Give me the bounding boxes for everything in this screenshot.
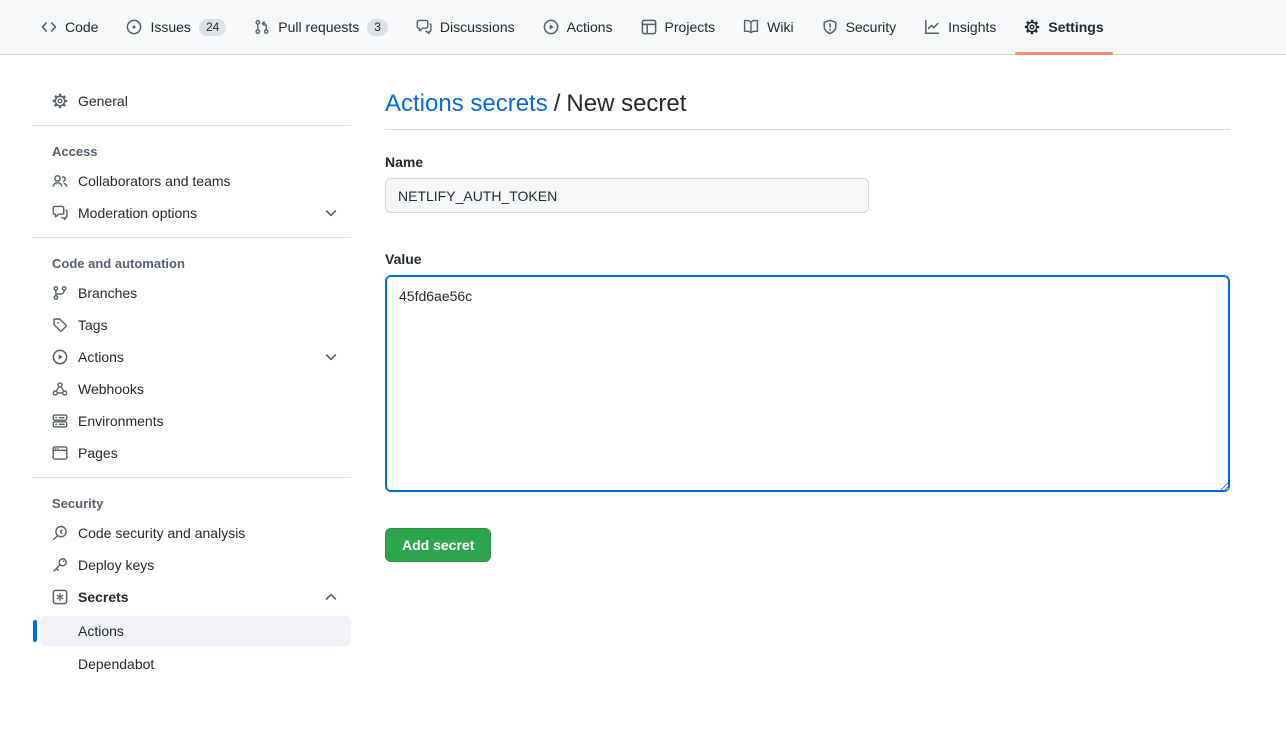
tab-label: Discussions (440, 19, 515, 35)
sidebar-item-label: Tags (78, 317, 108, 333)
tab-actions[interactable]: Actions (532, 0, 624, 54)
breadcrumb: Actions secrets/New secret (385, 89, 1230, 119)
sidebar-item-label: Pages (78, 445, 118, 461)
tab-label: Code (65, 19, 98, 35)
page-title-current: New secret (566, 90, 686, 117)
tab-issues[interactable]: Issues 24 (115, 0, 237, 54)
tag-icon (52, 317, 68, 333)
sidebar-item-label: Collaborators and teams (78, 173, 231, 189)
issues-count-badge: 24 (199, 19, 226, 36)
git-pull-request-icon (254, 19, 270, 35)
sidebar-item-label: Deploy keys (78, 557, 154, 573)
sidebar-divider (32, 125, 351, 126)
settings-sidebar: General Access Collaborators and teams M… (0, 55, 360, 679)
gear-icon (52, 93, 68, 109)
new-secret-form: Actions secrets/New secret Name Value 45… (360, 55, 1286, 562)
play-icon (52, 349, 68, 365)
active-page-indicator (33, 620, 37, 642)
sidebar-divider (32, 237, 351, 238)
sidebar-subitem-dependabot[interactable]: Dependabot (40, 649, 351, 679)
sidebar-item-general[interactable]: General (40, 85, 351, 117)
issue-opened-icon (126, 19, 142, 35)
book-icon (743, 19, 759, 35)
name-label: Name (385, 154, 1230, 170)
sidebar-item-label: Code security and analysis (78, 525, 245, 541)
sidebar-item-label: Moderation options (78, 205, 197, 221)
sidebar-item-pages[interactable]: Pages (40, 437, 351, 469)
webhook-icon (52, 381, 68, 397)
sidebar-subitem-label: Dependabot (78, 656, 154, 672)
server-icon (52, 413, 68, 429)
sidebar-item-label: Webhooks (78, 381, 144, 397)
key-icon (52, 557, 68, 573)
tab-code[interactable]: Code (30, 0, 109, 54)
tab-label: Actions (567, 19, 613, 35)
tab-wiki[interactable]: Wiki (732, 0, 804, 54)
comment-discussion-icon (416, 19, 432, 35)
secret-name-input[interactable] (385, 178, 869, 213)
sidebar-item-branches[interactable]: Branches (40, 277, 351, 309)
table-icon (641, 19, 657, 35)
tab-label: Wiki (767, 19, 793, 35)
sidebar-divider (32, 477, 351, 478)
sidebar-item-label: Secrets (78, 589, 129, 605)
repo-tab-bar: Code Issues 24 Pull requests 3 Discussio… (0, 0, 1286, 55)
sidebar-item-moderation-options[interactable]: Moderation options (40, 197, 351, 229)
sidebar-item-deploy-keys[interactable]: Deploy keys (40, 549, 351, 581)
sidebar-item-label: Environments (78, 413, 164, 429)
add-secret-button[interactable]: Add secret (385, 528, 491, 562)
tab-security[interactable]: Security (811, 0, 908, 54)
chevron-down-icon (323, 205, 339, 221)
sidebar-section-title-code-and-automation: Code and automation (40, 256, 351, 271)
sidebar-item-webhooks[interactable]: Webhooks (40, 373, 351, 405)
sidebar-section-title-access: Access (40, 144, 351, 159)
tab-label: Projects (665, 19, 716, 35)
sidebar-item-label: General (78, 93, 128, 109)
play-icon (543, 19, 559, 35)
sidebar-subitem-actions[interactable]: Actions (40, 616, 351, 646)
tab-projects[interactable]: Projects (630, 0, 727, 54)
actions-secrets-link[interactable]: Actions secrets (385, 90, 548, 117)
tab-pull-requests[interactable]: Pull requests 3 (243, 0, 399, 54)
gear-icon (1024, 19, 1040, 35)
codescan-icon (52, 525, 68, 541)
sidebar-item-secrets[interactable]: Secrets (40, 581, 351, 613)
tab-label: Settings (1048, 19, 1103, 35)
sidebar-item-collaborators-and-teams[interactable]: Collaborators and teams (40, 165, 351, 197)
sidebar-item-code-security-and-analysis[interactable]: Code security and analysis (40, 517, 351, 549)
secret-value-textarea[interactable]: 45fd6ae56c (385, 275, 1230, 492)
chevron-up-icon (323, 589, 339, 605)
heading-divider (385, 129, 1230, 130)
tab-label: Pull requests (278, 19, 359, 35)
tab-label: Security (846, 19, 897, 35)
shield-icon (822, 19, 838, 35)
chevron-down-icon (323, 349, 339, 365)
sidebar-item-environments[interactable]: Environments (40, 405, 351, 437)
tab-insights[interactable]: Insights (913, 0, 1007, 54)
sidebar-item-tags[interactable]: Tags (40, 309, 351, 341)
sidebar-item-label: Actions (78, 349, 124, 365)
tab-label: Issues (150, 19, 190, 35)
breadcrumb-separator: / (554, 90, 561, 117)
key-asterisk-icon (52, 589, 68, 605)
comment-discussion-icon (52, 205, 68, 221)
sidebar-subitem-label: Actions (78, 623, 124, 639)
sidebar-item-label: Branches (78, 285, 137, 301)
git-branch-icon (52, 285, 68, 301)
tab-settings[interactable]: Settings (1013, 0, 1114, 54)
pull-requests-count-badge: 3 (367, 19, 388, 36)
tab-label: Insights (948, 19, 996, 35)
people-icon (52, 173, 68, 189)
sidebar-section-title-security: Security (40, 496, 351, 511)
code-icon (41, 19, 57, 35)
browser-icon (52, 445, 68, 461)
value-label: Value (385, 251, 1230, 267)
graph-icon (924, 19, 940, 35)
tab-discussions[interactable]: Discussions (405, 0, 526, 54)
sidebar-item-actions[interactable]: Actions (40, 341, 351, 373)
